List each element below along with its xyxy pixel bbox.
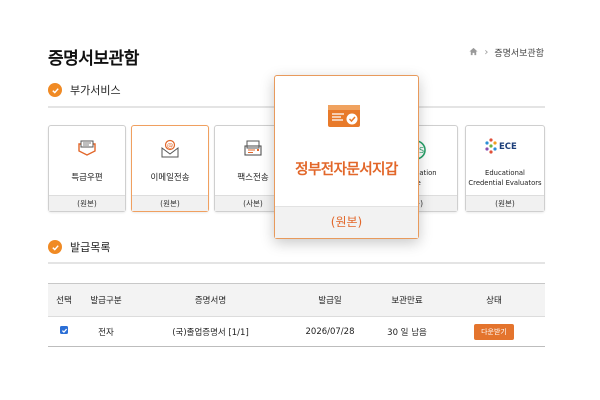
popup-type: (원본) [275,206,418,238]
col-header-status: 상태 [486,296,502,306]
service-card-label: Educational Credential Evaluators [468,169,542,187]
email-icon: @ [132,138,208,162]
service-card-type: (원본) [132,195,208,211]
svg-text:ECE: ECE [499,142,517,152]
service-card-label: 특급우편 [71,173,103,183]
breadcrumb: › 증명서보관함 [469,46,544,59]
breadcrumb-current: 증명서보관함 [494,49,544,59]
col-header-expiry: 보관만료 [391,296,423,306]
col-header-date: 발급일 [318,296,342,306]
envelope-icon [49,138,125,162]
service-card-type: (원본) [49,195,125,211]
download-button[interactable]: 다운받기 [474,323,514,340]
col-header-name: 증명서명 [194,296,227,306]
divider [48,262,545,264]
table-header-row: 선택 발급구분 증명서명 발급일 보관만료 상태 [48,283,545,317]
section-issued: 발급목록 [48,239,110,255]
page-title: 증명서보관함 [48,49,139,69]
cell-name: (국)졸업증명서 [1/1] [172,327,249,338]
home-icon[interactable] [469,47,478,59]
row-checkbox[interactable] [60,326,68,335]
service-card-type: (원본) [466,195,544,211]
service-card-email[interactable]: @ 이메일전송 (원본) [131,125,209,212]
section-addon-title: 부가서비스 [70,84,121,97]
svg-text:@: @ [167,141,174,149]
service-card-label: 이메일전송 [150,173,190,183]
check-circle-icon [48,240,62,254]
col-header-kind: 발급구분 [90,296,122,306]
popup-title: 정부전자문서지갑 [295,162,398,178]
service-card-ece[interactable]: ECE Educational Credential Evaluators (원… [465,125,545,212]
service-card-express-mail[interactable]: 특급우편 (원본) [48,125,126,212]
issued-table: 선택 발급구분 증명서명 발급일 보관만료 상태 전자 (국)졸업증명서 [1/… [48,283,545,347]
service-card-gov-wallet[interactable]: 정부전자문서지갑 (원본) [274,75,419,239]
col-header-select: 선택 [56,296,72,306]
chevron-right-icon: › [484,47,489,58]
wallet-icon [327,103,365,135]
cell-date: 2026/07/28 [305,326,355,337]
check-circle-icon [48,83,62,97]
cell-kind: 전자 [98,327,114,338]
cell-expiry: 30 일 남음 [387,327,427,338]
ece-logo-icon: ECE [466,136,544,160]
table-row: 전자 (국)졸업증명서 [1/1] 2026/07/28 30 일 남음 다운받… [48,317,545,347]
section-addon: 부가서비스 [48,82,121,98]
section-issued-title: 발급목록 [70,241,111,254]
